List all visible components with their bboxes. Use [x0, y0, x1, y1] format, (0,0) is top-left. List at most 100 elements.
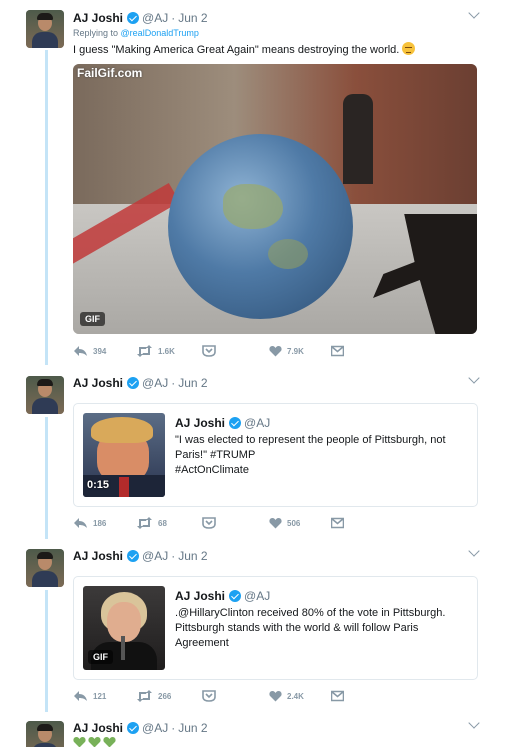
heart-icon — [269, 691, 282, 702]
quoted-header: AJ Joshi @AJ — [175, 416, 270, 430]
dm-button[interactable] — [202, 344, 216, 358]
gif-badge: GIF — [88, 650, 113, 664]
gif-badge: GIF — [80, 312, 105, 326]
mail-icon — [331, 517, 344, 529]
author-handle[interactable]: @AJ — [142, 549, 168, 563]
quoted-text: .@HillaryClinton received 80% of the vot… — [175, 606, 470, 651]
quoted-author-handle: @AJ — [244, 416, 271, 430]
reply-context: Replying to @realDonaldTrump — [73, 28, 199, 38]
heart-icon — [269, 346, 282, 357]
author-handle[interactable]: @AJ — [142, 376, 168, 390]
reply-button[interactable]: 186 — [73, 516, 106, 530]
direct-message-icon — [202, 345, 216, 357]
avatar[interactable] — [26, 721, 64, 747]
quoted-tweet[interactable]: GIF AJ Joshi @AJ .@HillaryClinton receiv… — [73, 576, 478, 680]
tweet-header: AJ Joshi @AJ · Jun 2 — [73, 11, 208, 25]
avatar[interactable] — [26, 10, 64, 48]
tweet-header: AJ Joshi @AJ · Jun 2 — [73, 376, 208, 390]
share-button[interactable] — [331, 689, 344, 703]
green-heart-emoji-icon — [73, 736, 86, 747]
author-name[interactable]: AJ Joshi — [73, 721, 123, 735]
like-count: 2.4K — [287, 691, 304, 701]
direct-message-icon — [202, 690, 216, 702]
chevron-down-icon[interactable] — [468, 717, 480, 729]
heart-icon — [269, 518, 282, 529]
separator: · — [171, 549, 176, 563]
author-name[interactable]: AJ Joshi — [73, 376, 123, 390]
reply-count: 121 — [93, 691, 107, 701]
gif-thumbnail[interactable]: GIF — [83, 586, 165, 670]
retweet-count: 68 — [158, 518, 167, 528]
reply-icon — [74, 346, 87, 356]
tweet-header: AJ Joshi @AJ · Jun 2 — [73, 549, 208, 563]
like-count: 506 — [287, 518, 301, 528]
tweet-date[interactable]: Jun 2 — [178, 721, 207, 735]
like-button[interactable]: 2.4K — [269, 689, 304, 703]
dm-button[interactable] — [202, 689, 216, 703]
gif-media[interactable]: FailGif.com GIF — [73, 64, 477, 334]
tweet-actions: 186 68 506 — [73, 516, 373, 530]
like-button[interactable]: 7.9K — [269, 344, 304, 358]
chevron-down-icon[interactable] — [468, 7, 480, 19]
quoted-header: AJ Joshi @AJ — [175, 589, 270, 603]
video-thumbnail[interactable]: 0:15 — [83, 413, 165, 497]
tweet[interactable]: AJ Joshi @AJ · Jun 2 0:15 AJ Joshi @AJ "… — [0, 365, 508, 540]
retweet-count: 266 — [158, 691, 172, 701]
tweet-actions: 394 1.6K 7.9K — [73, 344, 373, 358]
mail-icon — [331, 345, 344, 357]
direct-message-icon — [202, 517, 216, 529]
reply-icon — [74, 691, 87, 701]
avatar[interactable] — [26, 549, 64, 587]
reply-to-link[interactable]: @realDonaldTrump — [121, 28, 199, 38]
separator: · — [171, 11, 176, 25]
quoted-text-line: Agreement — [175, 637, 229, 649]
author-name[interactable]: AJ Joshi — [73, 549, 123, 563]
tweet-text-content: I guess "Making America Great Again" mea… — [73, 44, 400, 56]
author-name[interactable]: AJ Joshi — [73, 11, 123, 25]
quoted-author-handle: @AJ — [244, 589, 271, 603]
share-button[interactable] — [331, 516, 344, 530]
chevron-down-icon[interactable] — [468, 372, 480, 384]
tweet-date[interactable]: Jun 2 — [178, 376, 207, 390]
like-button[interactable]: 506 — [269, 516, 300, 530]
tweet[interactable]: AJ Joshi @AJ · Jun 2 Replying to @realDo… — [0, 0, 508, 365]
tweet-date[interactable]: Jun 2 — [178, 549, 207, 563]
dm-button[interactable] — [202, 516, 216, 530]
share-button[interactable] — [331, 344, 344, 358]
author-handle[interactable]: @AJ — [142, 11, 168, 25]
tweet-date[interactable]: Jun 2 — [178, 11, 207, 25]
retweet-button[interactable]: 266 — [136, 689, 171, 703]
watermark: FailGif.com — [77, 66, 143, 80]
retweet-count: 1.6K — [158, 346, 175, 356]
chevron-down-icon[interactable] — [468, 545, 480, 557]
quoted-author-name: AJ Joshi — [175, 416, 226, 430]
reply-button[interactable]: 394 — [73, 344, 106, 358]
tweet-actions: 121 266 2.4K — [73, 689, 373, 703]
retweet-icon — [137, 345, 152, 357]
video-duration: 0:15 — [87, 479, 110, 491]
green-heart-emoji-icon — [88, 736, 101, 747]
retweet-button[interactable]: 1.6K — [136, 344, 175, 358]
reply-count: 186 — [93, 518, 107, 528]
quoted-text-line: #ActOnClimate — [175, 464, 249, 476]
quoted-text-line: Pittsburgh stands with the world & will … — [175, 622, 419, 634]
quoted-text-line: Paris!" #TRUMP — [175, 449, 256, 461]
like-count: 7.9K — [287, 346, 304, 356]
tweet-text — [73, 736, 118, 747]
author-handle[interactable]: @AJ — [142, 721, 168, 735]
relieved-face-emoji-icon — [402, 42, 416, 55]
reply-count: 394 — [93, 346, 107, 356]
quoted-tweet[interactable]: 0:15 AJ Joshi @AJ "I was elected to repr… — [73, 403, 478, 507]
avatar[interactable] — [26, 376, 64, 414]
reply-button[interactable]: 121 — [73, 689, 106, 703]
retweet-button[interactable]: 68 — [136, 516, 167, 530]
tweet[interactable]: AJ Joshi @AJ · Jun 2 GIF AJ Joshi @AJ .@… — [0, 538, 508, 713]
verified-badge-icon — [127, 12, 140, 24]
mail-icon — [331, 690, 344, 702]
verified-badge-icon — [229, 417, 242, 429]
quoted-text: "I was elected to represent the people o… — [175, 433, 470, 478]
tweet-header: AJ Joshi @AJ · Jun 2 — [73, 721, 208, 735]
verified-badge-icon — [127, 722, 140, 734]
green-heart-emoji-icon — [103, 736, 116, 747]
reply-icon — [74, 518, 87, 528]
